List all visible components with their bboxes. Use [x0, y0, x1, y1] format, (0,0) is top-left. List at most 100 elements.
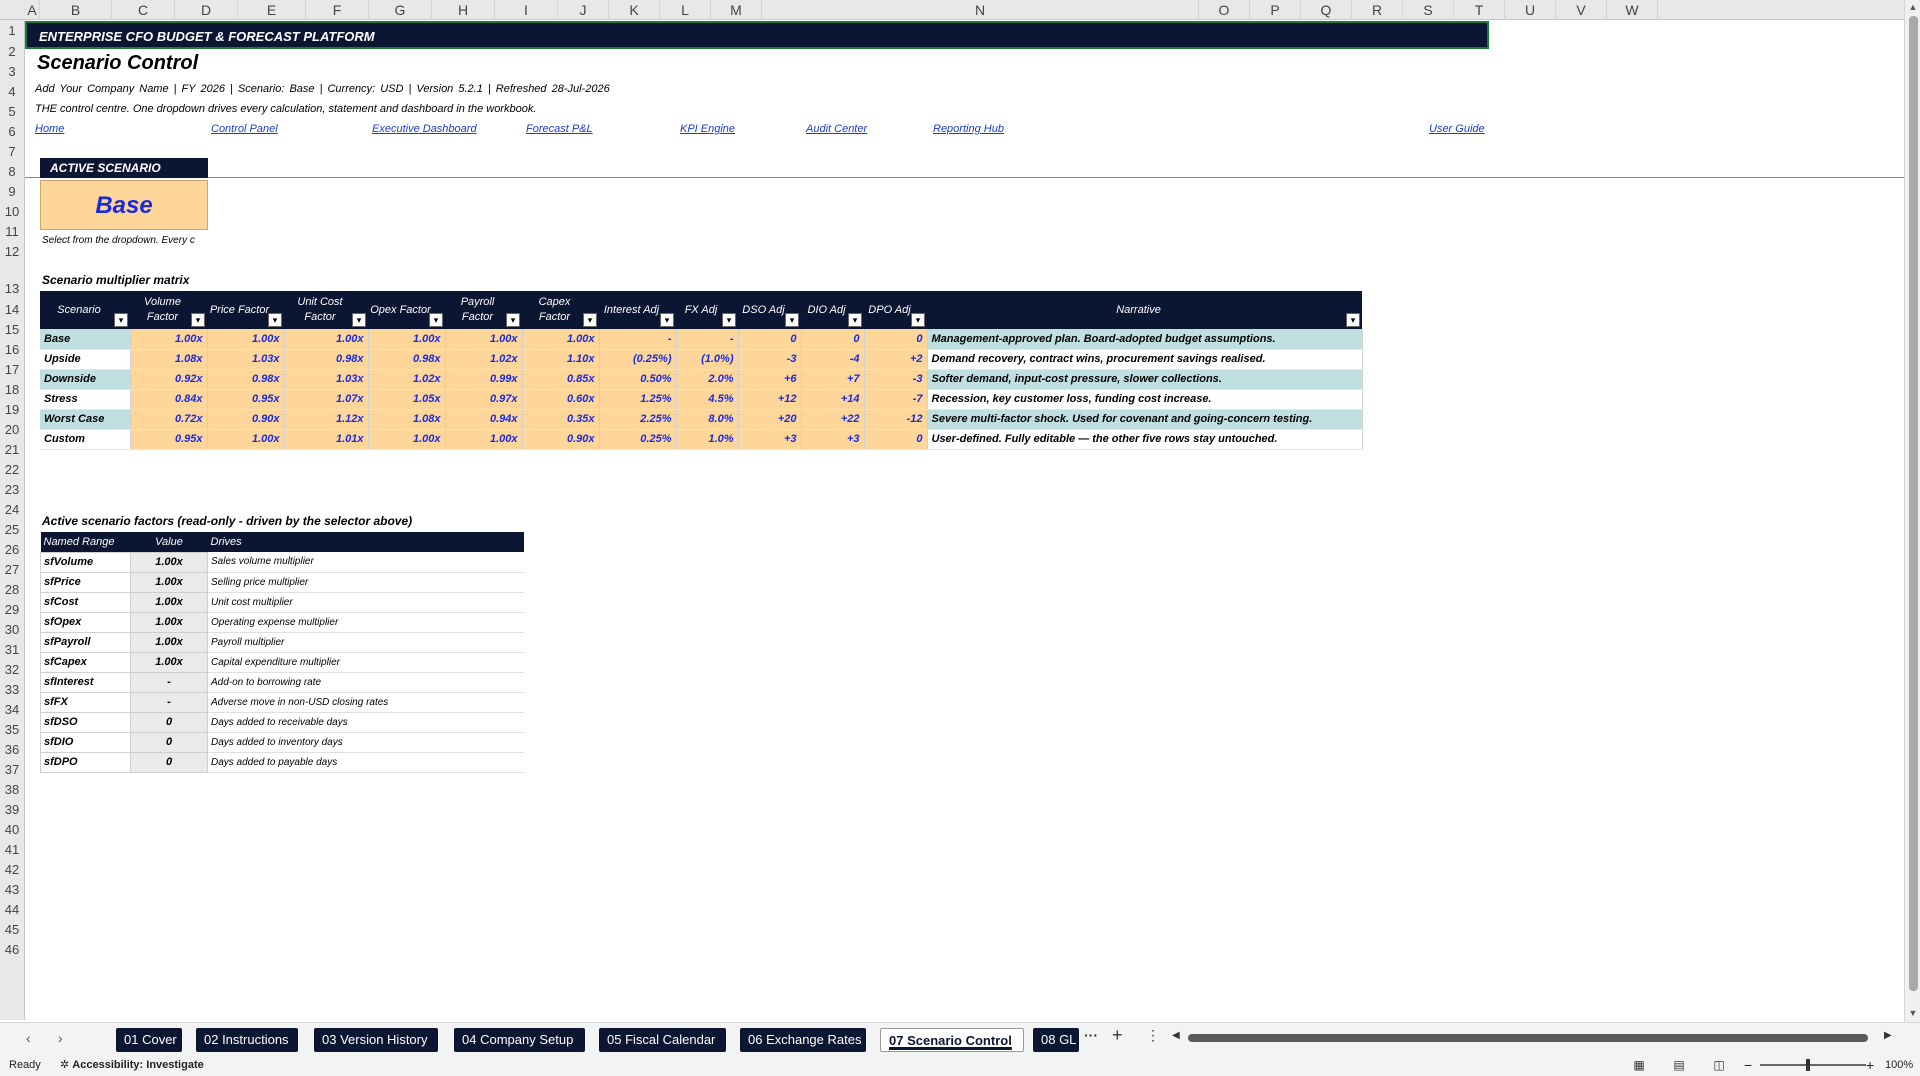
- column-header-k[interactable]: K: [609, 0, 660, 20]
- matrix-cell[interactable]: 1.01x: [284, 429, 369, 450]
- row-header-38[interactable]: 38: [0, 780, 24, 800]
- factor-name[interactable]: sfDSO: [40, 711, 131, 733]
- factor-name[interactable]: sfCost: [40, 591, 131, 613]
- matrix-cell[interactable]: 1.00x: [522, 329, 600, 350]
- row-header-21[interactable]: 21: [0, 440, 24, 460]
- nav-link-control-panel[interactable]: Control Panel: [211, 123, 278, 135]
- matrix-scenario-name[interactable]: Base: [40, 329, 131, 350]
- matrix-cell[interactable]: 1.00x: [130, 329, 208, 350]
- matrix-cell[interactable]: 1.00x: [445, 329, 523, 350]
- matrix-cell[interactable]: +7: [801, 369, 865, 390]
- matrix-cell[interactable]: 0.98x: [368, 349, 446, 370]
- factor-name[interactable]: sfDIO: [40, 731, 131, 753]
- row-header-44[interactable]: 44: [0, 900, 24, 920]
- matrix-cell[interactable]: 0: [864, 429, 928, 450]
- sheet-tab-6[interactable]: 06 Exchange Rates: [740, 1028, 866, 1052]
- matrix-cell[interactable]: (0.25%): [599, 349, 677, 370]
- matrix-cell[interactable]: 1.03x: [284, 369, 369, 390]
- sheet-tab-7[interactable]: 07 Scenario Control: [880, 1028, 1024, 1052]
- row-header-18[interactable]: 18: [0, 380, 24, 400]
- nav-link-forecast-pl[interactable]: Forecast P&L: [526, 123, 593, 135]
- filter-dropdown-icon[interactable]: ▾: [583, 313, 597, 327]
- sheet-tab-1[interactable]: 01 Cover: [116, 1028, 182, 1052]
- factor-value[interactable]: 1.00x: [130, 611, 208, 633]
- platform-banner[interactable]: ENTERPRISE CFO BUDGET & FORECAST PLATFOR…: [25, 21, 1489, 49]
- matrix-cell[interactable]: -: [599, 329, 677, 350]
- matrix-cell[interactable]: 1.08x: [368, 409, 446, 430]
- factor-value[interactable]: 1.00x: [130, 551, 208, 573]
- matrix-cell[interactable]: 0.95x: [130, 429, 208, 450]
- matrix-cell[interactable]: +12: [738, 389, 802, 410]
- matrix-scenario-name[interactable]: Upside: [40, 349, 131, 370]
- matrix-cell[interactable]: 1.07x: [284, 389, 369, 410]
- vertical-scroll-thumb[interactable]: [1909, 16, 1918, 991]
- column-header-o[interactable]: O: [1199, 0, 1250, 20]
- matrix-cell[interactable]: 0.99x: [445, 369, 523, 390]
- row-header-11[interactable]: 11: [0, 222, 24, 242]
- factor-value[interactable]: -: [130, 671, 208, 693]
- column-header-r[interactable]: R: [1352, 0, 1403, 20]
- matrix-cell[interactable]: 0: [738, 329, 802, 350]
- factor-value[interactable]: 1.00x: [130, 631, 208, 653]
- matrix-cell[interactable]: 0.98x: [284, 349, 369, 370]
- column-header-g[interactable]: G: [369, 0, 432, 20]
- matrix-narrative[interactable]: Softer demand, input-cost pressure, slow…: [927, 369, 1363, 390]
- matrix-cell[interactable]: 1.08x: [130, 349, 208, 370]
- nav-link-executive-dashboard[interactable]: Executive Dashboard: [372, 123, 477, 135]
- zoom-level[interactable]: 100%: [1885, 1054, 1913, 1076]
- factor-value[interactable]: 0: [130, 731, 208, 753]
- matrix-cell[interactable]: 4.5%: [676, 389, 739, 410]
- column-header-b[interactable]: B: [40, 0, 112, 20]
- matrix-cell[interactable]: +3: [801, 429, 865, 450]
- nav-link-audit-center[interactable]: Audit Center: [806, 123, 867, 135]
- row-header-24[interactable]: 24: [0, 500, 24, 520]
- factor-name[interactable]: sfVolume: [40, 551, 131, 573]
- column-header-n[interactable]: N: [762, 0, 1199, 20]
- matrix-cell[interactable]: 1.12x: [284, 409, 369, 430]
- nav-link-reporting-hub[interactable]: Reporting Hub: [933, 123, 1004, 135]
- matrix-cell[interactable]: 0.94x: [445, 409, 523, 430]
- matrix-cell[interactable]: 1.05x: [368, 389, 446, 410]
- column-header-u[interactable]: U: [1505, 0, 1556, 20]
- scroll-up-icon[interactable]: ▲: [1905, 2, 1920, 12]
- column-header-l[interactable]: L: [660, 0, 711, 20]
- column-header-d[interactable]: D: [175, 0, 238, 20]
- filter-dropdown-icon[interactable]: ▾: [114, 313, 128, 327]
- column-header-j[interactable]: J: [558, 0, 609, 20]
- matrix-cell[interactable]: +6: [738, 369, 802, 390]
- normal-view-icon[interactable]: ▦: [1630, 1057, 1648, 1073]
- tab-menu-icon[interactable]: ⋮: [1146, 1027, 1160, 1044]
- matrix-cell[interactable]: 0.25%: [599, 429, 677, 450]
- matrix-cell[interactable]: 0.90x: [207, 409, 285, 430]
- matrix-cell[interactable]: -7: [864, 389, 928, 410]
- matrix-cell[interactable]: 0.98x: [207, 369, 285, 390]
- matrix-cell[interactable]: 0.50%: [599, 369, 677, 390]
- row-header-45[interactable]: 45: [0, 920, 24, 940]
- matrix-cell[interactable]: 0.84x: [130, 389, 208, 410]
- nav-link-kpi-engine[interactable]: KPI Engine: [680, 123, 735, 135]
- row-header-40[interactable]: 40: [0, 820, 24, 840]
- scroll-left-icon[interactable]: ◀: [1172, 1030, 1180, 1041]
- filter-dropdown-icon[interactable]: ▾: [848, 313, 862, 327]
- matrix-cell[interactable]: 0.35x: [522, 409, 600, 430]
- row-header-25[interactable]: 25: [0, 520, 24, 540]
- factor-name[interactable]: sfDPO: [40, 751, 131, 773]
- factor-value[interactable]: 1.00x: [130, 571, 208, 593]
- row-header-34[interactable]: 34: [0, 700, 24, 720]
- row-header-3[interactable]: 3: [0, 62, 24, 82]
- matrix-cell[interactable]: 1.00x: [284, 329, 369, 350]
- row-header-42[interactable]: 42: [0, 860, 24, 880]
- scroll-right-icon[interactable]: ▶: [1884, 1030, 1892, 1041]
- matrix-cell[interactable]: +2: [864, 349, 928, 370]
- column-header-q[interactable]: Q: [1301, 0, 1352, 20]
- row-header-30[interactable]: 30: [0, 620, 24, 640]
- filter-dropdown-icon[interactable]: ▾: [506, 313, 520, 327]
- matrix-cell[interactable]: 0: [864, 329, 928, 350]
- column-header-c[interactable]: C: [112, 0, 175, 20]
- row-header-35[interactable]: 35: [0, 720, 24, 740]
- row-header-5[interactable]: 5: [0, 102, 24, 122]
- accessibility-status[interactable]: ✲ Accessibility: Investigate: [60, 1054, 204, 1076]
- column-header-s[interactable]: S: [1403, 0, 1454, 20]
- row-header-16[interactable]: 16: [0, 340, 24, 360]
- matrix-cell[interactable]: +14: [801, 389, 865, 410]
